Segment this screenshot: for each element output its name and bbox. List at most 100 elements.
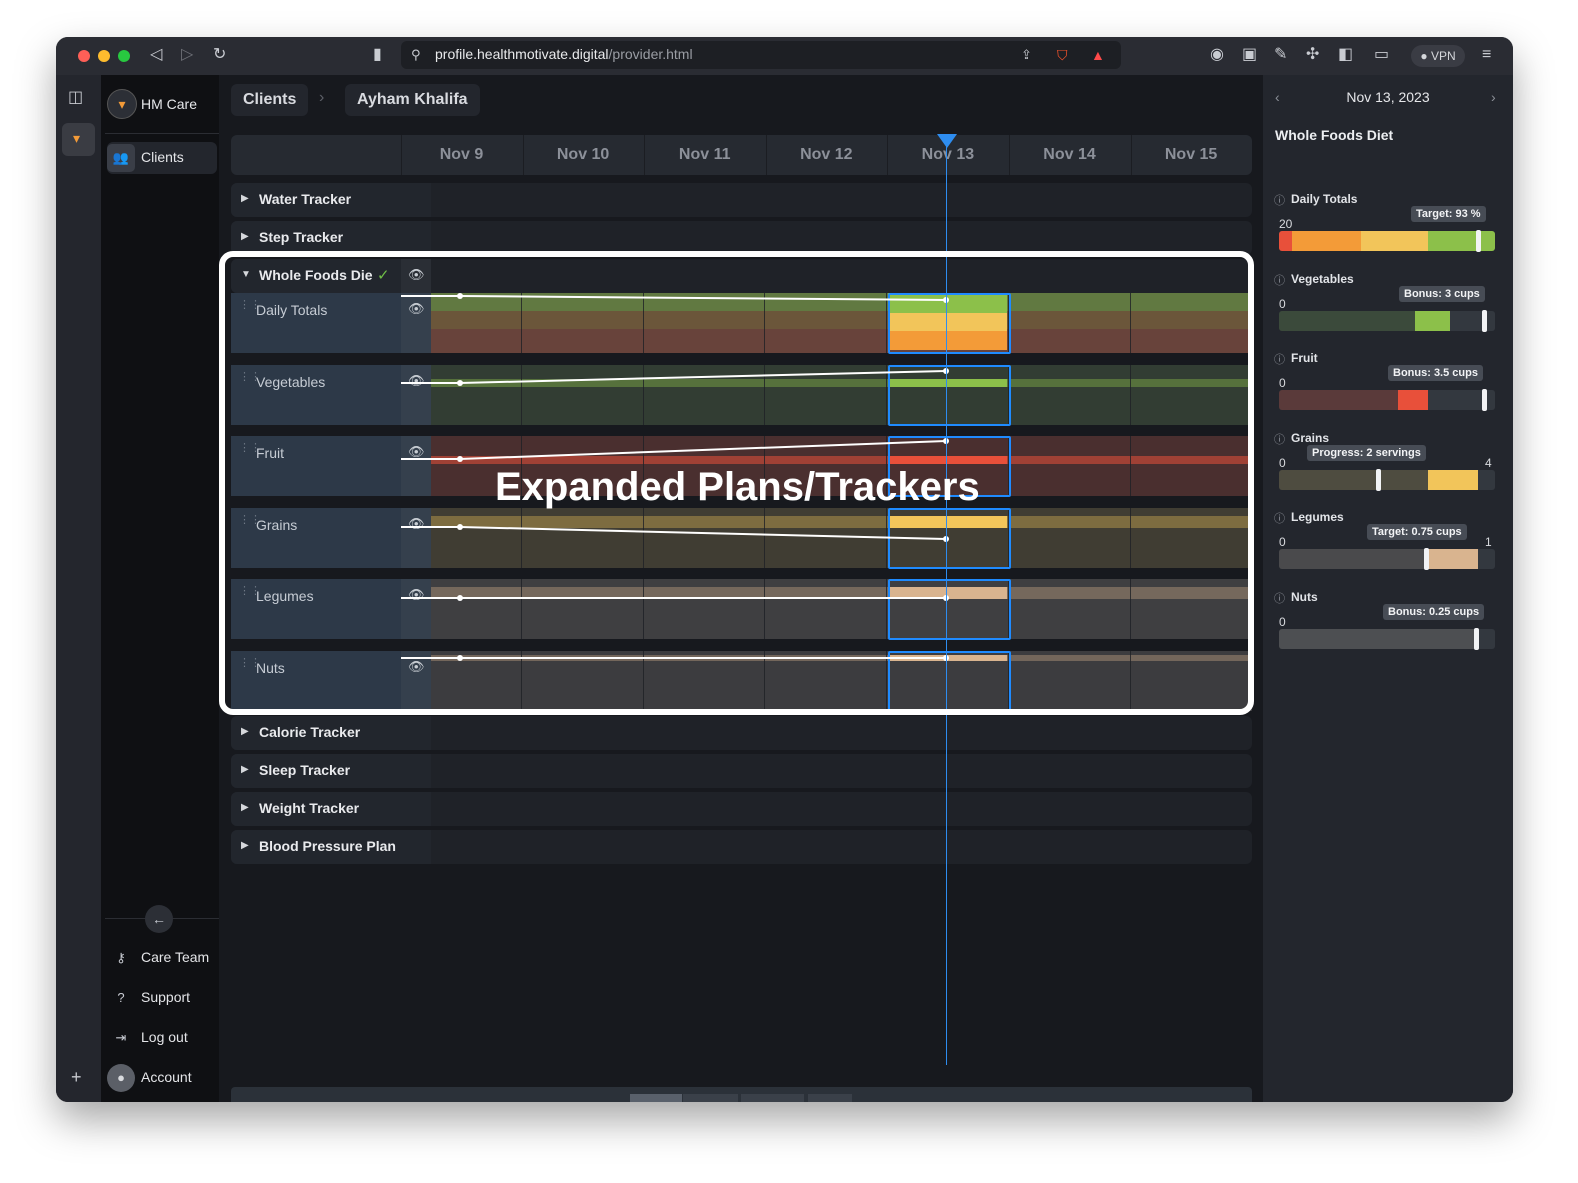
- close-window-button[interactable]: [78, 50, 90, 62]
- expand-arrow-icon[interactable]: ▶: [241, 726, 249, 737]
- date-label[interactable]: Nov 15: [1131, 146, 1252, 164]
- sidebar-toggle-icon[interactable]: ◧: [1338, 45, 1353, 65]
- info-icon[interactable]: ⓘ: [1274, 351, 1285, 367]
- bookmark-icon[interactable]: ▮: [373, 45, 382, 65]
- sub-tracker-row[interactable]: ⋮⋮ Grains 👁: [231, 507, 1252, 569]
- site-settings-icon[interactable]: ⚲: [411, 45, 421, 65]
- range-week-button[interactable]: Week: [630, 1094, 682, 1102]
- tracker-row[interactable]: ▶ Calorie Tracker: [231, 716, 1252, 750]
- sub-tracker-label[interactable]: ⋮⋮ Nuts: [231, 651, 401, 711]
- metric-nuts: ⓘ Nuts 0 Bonus: 0.25 cups: [1274, 590, 1495, 660]
- tracker-label[interactable]: ▶ Sleep Tracker: [231, 754, 431, 788]
- info-icon[interactable]: ⓘ: [1274, 590, 1285, 606]
- vpn-button[interactable]: ● VPN: [1411, 45, 1465, 67]
- expand-arrow-icon[interactable]: ▶: [241, 193, 249, 204]
- expand-arrow-icon[interactable]: ▶: [241, 840, 249, 851]
- sub-tracker-row[interactable]: ⋮⋮ Legumes 👁: [231, 579, 1252, 641]
- tracker-row[interactable]: ▶ Step Tracker: [231, 221, 1252, 255]
- next-day-icon[interactable]: ›: [1491, 89, 1496, 105]
- camera-icon[interactable]: ▣: [1242, 45, 1257, 65]
- date-label[interactable]: Nov 11: [644, 146, 765, 164]
- today-marker[interactable]: [937, 134, 957, 148]
- shields-icon[interactable]: ⛉: [1057, 45, 1068, 65]
- pinned-tab[interactable]: ▾: [62, 123, 95, 156]
- visibility-toggle[interactable]: 👁: [401, 259, 431, 293]
- sidebar-item-clients[interactable]: 👥 Clients: [107, 142, 217, 174]
- tracker-label[interactable]: ▶ Weight Tracker: [231, 792, 431, 826]
- add-icon[interactable]: +: [71, 1067, 82, 1088]
- metric-handle[interactable]: [1376, 468, 1382, 491]
- address-bar[interactable]: ⚲ profile.healthmotivate.digital/provide…: [401, 41, 1121, 69]
- range-quarter-button[interactable]: Quarter: [741, 1094, 805, 1102]
- sidebar-item-support[interactable]: ? Support: [107, 982, 217, 1014]
- metric-handle[interactable]: [1423, 548, 1429, 570]
- back-icon[interactable]: ◁: [150, 45, 162, 65]
- tracker-row[interactable]: ▶ Water Tracker: [231, 183, 1252, 217]
- breadcrumb-client[interactable]: Ayham Khalifa: [345, 84, 480, 116]
- rewards-icon[interactable]: ▲: [1091, 45, 1105, 65]
- sub-tracker-row[interactable]: ⋮⋮ Daily Totals 👁: [231, 293, 1252, 354]
- sub-tracker-name: Nuts: [256, 660, 285, 676]
- dropper-icon[interactable]: ✎: [1274, 45, 1287, 65]
- brand[interactable]: ▾ HM Care: [107, 89, 217, 121]
- expand-arrow-icon[interactable]: ▶: [241, 764, 249, 775]
- metric-handle[interactable]: [1475, 230, 1481, 252]
- range-year-button[interactable]: Year: [808, 1094, 853, 1102]
- expand-arrow-icon[interactable]: ▶: [241, 231, 249, 242]
- menu-icon[interactable]: ≡: [1482, 45, 1491, 65]
- breadcrumb-clients[interactable]: Clients: [231, 84, 309, 116]
- sidebar-item-account[interactable]: ● Account: [107, 1062, 217, 1094]
- date-label[interactable]: Nov 10: [523, 146, 644, 164]
- tracker-label[interactable]: ▶ Water Tracker: [231, 183, 431, 217]
- info-icon[interactable]: ⓘ: [1274, 272, 1285, 288]
- metric-min: 0: [1279, 455, 1286, 470]
- info-icon[interactable]: ⓘ: [1274, 192, 1285, 208]
- sub-tracker-label[interactable]: ⋮⋮ Legumes: [231, 579, 401, 640]
- sub-tracker-row[interactable]: ⋮⋮ Vegetables 👁: [231, 364, 1252, 426]
- expand-arrow-icon[interactable]: ▶: [241, 802, 249, 813]
- sub-tracker-row[interactable]: ⋮⋮ Nuts 👁: [231, 651, 1252, 712]
- tracker-row[interactable]: ▶ Weight Tracker: [231, 792, 1252, 826]
- next-range-icon[interactable]: ›: [869, 1098, 874, 1102]
- metric-daily-totals: ⓘ Daily Totals 20 Target: 93 %: [1274, 192, 1495, 262]
- tracker-label[interactable]: ▶ Blood Pressure Plan: [231, 830, 431, 864]
- extension-icon[interactable]: ◉: [1210, 45, 1224, 65]
- date-label[interactable]: Nov 13: [887, 146, 1008, 164]
- collapse-sidebar-button[interactable]: ←: [145, 905, 173, 933]
- sub-tracker-name: Daily Totals: [256, 302, 328, 318]
- sub-tracker-label[interactable]: ⋮⋮ Vegetables: [231, 364, 401, 425]
- sidebar-item-logout[interactable]: ⇥ Log out: [107, 1022, 217, 1054]
- tracker-label[interactable]: ▶ Calorie Tracker: [231, 716, 431, 750]
- range-month-button[interactable]: Month: [683, 1094, 738, 1102]
- reload-icon[interactable]: ↻: [213, 45, 226, 65]
- forward-icon[interactable]: ▷: [181, 45, 193, 65]
- sidebar-item-care-team[interactable]: ⚷ Care Team: [107, 942, 217, 974]
- tracker-row[interactable]: ▶ Sleep Tracker: [231, 754, 1252, 788]
- tracker-name: Step Tracker: [259, 229, 344, 245]
- sub-tracker-label[interactable]: ⋮⋮ Daily Totals: [231, 293, 401, 353]
- metric-handle[interactable]: [1482, 309, 1488, 332]
- sidebar-panel-icon[interactable]: ◫: [68, 87, 83, 107]
- date-label[interactable]: Nov 9: [401, 146, 522, 164]
- collapse-arrow-icon[interactable]: ▼: [241, 269, 251, 280]
- metric-handle[interactable]: [1473, 627, 1479, 650]
- metric-handle[interactable]: [1482, 389, 1488, 411]
- share-icon[interactable]: ⇪: [1021, 45, 1032, 65]
- wallet-icon[interactable]: ▭: [1374, 45, 1389, 65]
- expanded-plan-row[interactable]: ▼ Whole Foods Die ✓ 👁: [231, 259, 1252, 293]
- metric-bar: [1279, 310, 1495, 331]
- date-label[interactable]: Nov 12: [766, 146, 887, 164]
- tracker-label[interactable]: ▶ Step Tracker: [231, 221, 431, 255]
- sub-tracker-label[interactable]: ⋮⋮ Grains: [231, 507, 401, 568]
- zoom-window-button[interactable]: [118, 50, 130, 62]
- minimize-window-button[interactable]: [98, 50, 110, 62]
- info-icon[interactable]: ⓘ: [1274, 431, 1285, 447]
- tracker-row[interactable]: ▶ Blood Pressure Plan: [231, 830, 1252, 864]
- sub-tracker-label[interactable]: ⋮⋮ Fruit: [231, 436, 401, 497]
- metric-tooltip: Bonus: 3.5 cups: [1388, 365, 1483, 381]
- puzzle-icon[interactable]: ✣: [1306, 45, 1319, 65]
- tracker-label[interactable]: ▼ Whole Foods Die ✓: [231, 259, 401, 293]
- prev-range-icon[interactable]: ‹: [603, 1098, 608, 1102]
- date-label[interactable]: Nov 14: [1009, 146, 1130, 164]
- info-icon[interactable]: ⓘ: [1274, 510, 1285, 526]
